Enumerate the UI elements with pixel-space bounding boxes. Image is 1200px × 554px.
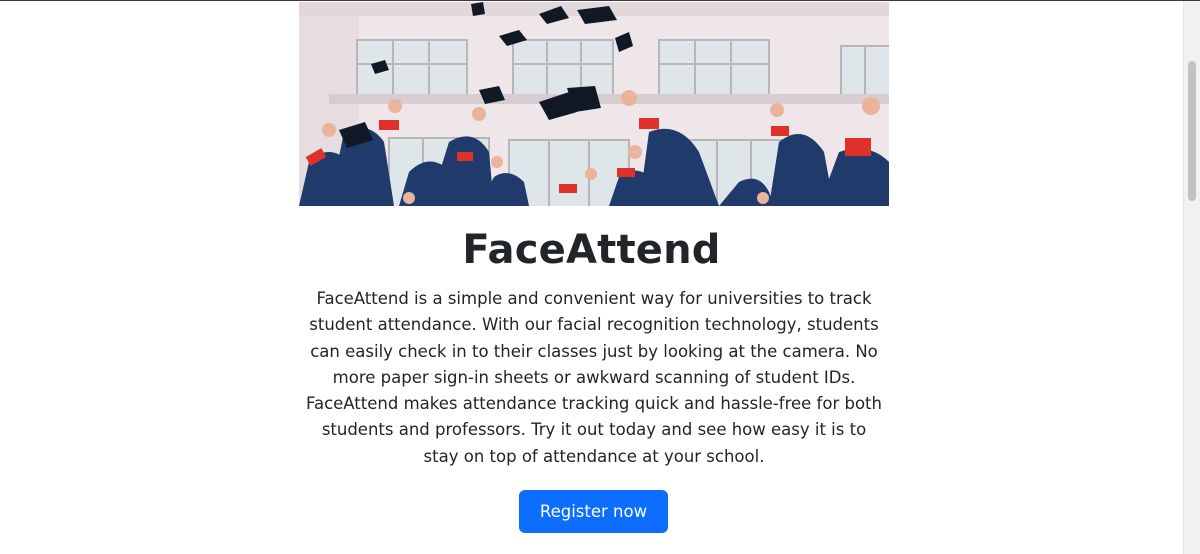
page-title: FaceAttend (462, 227, 721, 273)
description-text: FaceAttend is a simple and convenient wa… (306, 289, 882, 466)
scrollbar-thumb[interactable] (1188, 61, 1196, 201)
vertical-scrollbar[interactable] (1183, 1, 1200, 554)
hero-image (299, 2, 889, 206)
register-button[interactable]: Register now (519, 490, 668, 533)
